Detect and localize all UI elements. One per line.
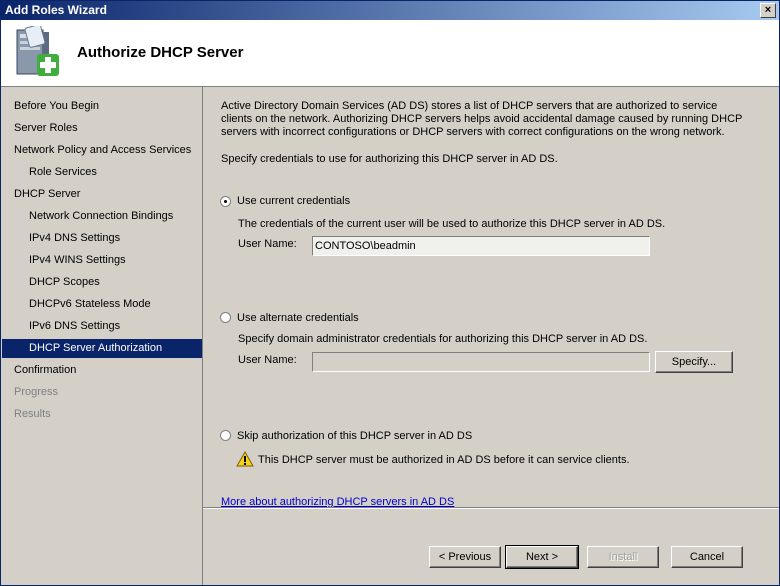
wizard-window: Add Roles Wizard × Authorize DHCP Server… (0, 0, 780, 586)
alternate-username-field[interactable] (312, 352, 650, 372)
nav-item-label: DHCP Server Authorization (29, 342, 163, 354)
specify-text: Specify credentials to use for authorizi… (221, 153, 558, 165)
previous-button[interactable]: < Previous (429, 546, 501, 568)
nav-item-ipv4-wins-settings[interactable]: IPv4 WINS Settings (29, 250, 126, 270)
alternate-credentials-radio[interactable] (220, 312, 231, 323)
nav-item-network-policy[interactable]: Network Policy and Access Services (14, 140, 191, 160)
nav-item-dhcpv6-stateless-mode[interactable]: DHCPv6 Stateless Mode (29, 294, 151, 314)
specify-button[interactable]: Specify... (655, 351, 733, 373)
wizard-nav: Before You Begin Server Roles Network Po… (1, 87, 203, 585)
alternate-credentials-label[interactable]: Use alternate credentials (237, 312, 359, 324)
skip-warning-text: This DHCP server must be authorized in A… (258, 454, 630, 466)
nav-item-before-you-begin[interactable]: Before You Begin (14, 96, 99, 116)
current-username-label: User Name: (238, 238, 297, 250)
nav-item-dhcp-server[interactable]: DHCP Server (14, 184, 80, 204)
content-divider (203, 507, 779, 509)
server-add-icon (16, 26, 59, 76)
nav-item-dhcp-server-authorization[interactable]: DHCP Server Authorization (2, 339, 202, 358)
skip-authorization-radio[interactable] (220, 430, 231, 441)
current-username-field[interactable]: CONTOSO\beadmin (312, 236, 650, 256)
intro-line-3: servers with incorrect configurations or… (221, 126, 725, 138)
skip-authorization-label[interactable]: Skip authorization of this DHCP server i… (237, 430, 472, 442)
nav-item-server-roles[interactable]: Server Roles (14, 118, 78, 138)
nav-item-ipv4-dns-settings[interactable]: IPv4 DNS Settings (29, 228, 120, 248)
window-title: Add Roles Wizard (5, 3, 107, 17)
intro-line-2: clients on the network. Authorizing DHCP… (221, 113, 743, 125)
current-credentials-radio[interactable] (220, 196, 231, 207)
nav-item-ipv6-dns-settings[interactable]: IPv6 DNS Settings (29, 316, 120, 336)
alternate-username-label: User Name: (238, 354, 297, 366)
nav-item-role-services[interactable]: Role Services (29, 162, 97, 182)
nav-item-confirmation[interactable]: Confirmation (14, 360, 76, 380)
nav-item-results: Results (14, 408, 51, 420)
nav-item-progress: Progress (14, 386, 59, 398)
cancel-button[interactable]: Cancel (671, 546, 743, 568)
wizard-header: Authorize DHCP Server (1, 20, 779, 87)
close-button[interactable]: × (760, 3, 776, 18)
nav-item-network-connection-bindings[interactable]: Network Connection Bindings (29, 206, 173, 226)
current-credentials-label[interactable]: Use current credentials (237, 195, 350, 207)
current-credentials-desc: The credentials of the current user will… (238, 218, 666, 230)
alternate-credentials-desc: Specify domain administrator credentials… (238, 333, 648, 345)
title-bar[interactable]: Add Roles Wizard × (1, 1, 779, 20)
next-button[interactable]: Next > (505, 545, 579, 569)
wizard-content: Active Directory Domain Services (AD DS)… (203, 87, 779, 585)
page-title: Authorize DHCP Server (77, 44, 244, 61)
warning-icon (236, 451, 254, 467)
nav-item-dhcp-scopes[interactable]: DHCP Scopes (29, 272, 100, 292)
intro-line-1: Active Directory Domain Services (AD DS)… (221, 100, 718, 112)
install-button: Install (587, 546, 659, 568)
